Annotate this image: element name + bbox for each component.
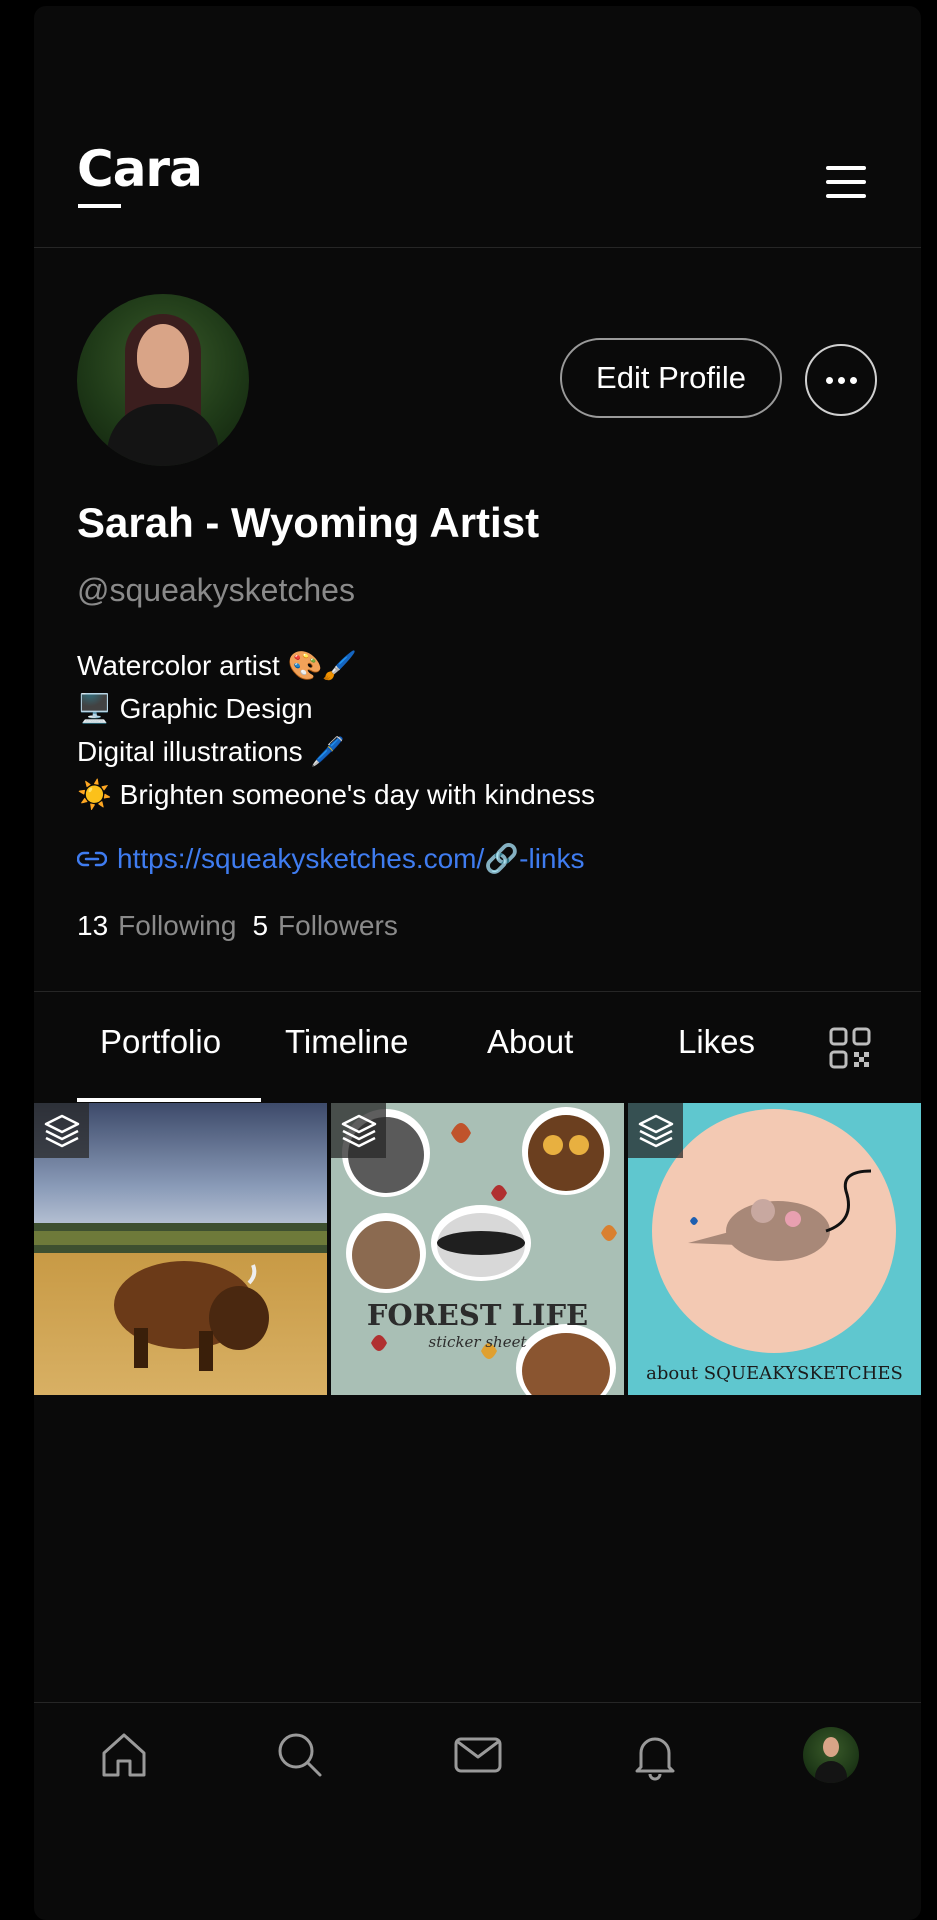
profile-link[interactable]: https://squeakysketches.com/🔗-links xyxy=(77,842,584,875)
active-tab-indicator xyxy=(77,1098,261,1102)
bottom-nav xyxy=(34,1702,921,1920)
profile-name: Sarah - Wyoming Artist xyxy=(77,499,540,546)
profile-link-text[interactable]: https://squeakysketches.com/🔗-links xyxy=(117,842,584,875)
follow-stats: 13 Following 5 Followers xyxy=(77,910,404,942)
layers-icon xyxy=(331,1103,386,1158)
tab-about[interactable]: About xyxy=(487,1023,573,1061)
layers-icon xyxy=(628,1103,683,1158)
bio-line: 🖥️ Graphic Design xyxy=(77,693,313,724)
portfolio-item-about[interactable]: about SQUEAKYSKETCHES xyxy=(628,1103,921,1395)
bio-line: ☀️ Brighten someone's day with kindness xyxy=(77,779,596,810)
mail-icon[interactable] xyxy=(452,1729,504,1781)
followers-label[interactable]: Followers xyxy=(278,910,398,942)
following-count[interactable]: 13 xyxy=(77,910,108,942)
layers-icon xyxy=(34,1103,89,1158)
dot xyxy=(825,376,833,384)
profile-handle: @squeakysketches xyxy=(77,572,355,608)
nav-profile-avatar[interactable] xyxy=(803,1727,859,1783)
following-label[interactable]: Following xyxy=(118,910,236,942)
profile-avatar[interactable] xyxy=(77,294,249,466)
hamburger-menu-icon[interactable] xyxy=(824,166,868,200)
followers-count[interactable]: 5 xyxy=(252,910,268,942)
bio-line: Digital illustrations 🖊️ xyxy=(77,736,346,767)
cara-logo[interactable]: Cara xyxy=(77,144,203,194)
forest-life-subtitle: sticker sheet xyxy=(428,1333,527,1351)
link-icon xyxy=(77,851,107,866)
forest-life-title: FOREST LIFE xyxy=(366,1298,589,1332)
tab-portfolio[interactable]: Portfolio xyxy=(100,1023,221,1061)
profile-bio: Watercolor artist 🎨🖌️ 🖥️ Graphic Design … xyxy=(77,644,595,816)
edit-profile-button[interactable]: Edit Profile xyxy=(560,338,782,418)
bio-line: Watercolor artist 🎨🖌️ xyxy=(77,650,358,681)
tab-likes[interactable]: Likes xyxy=(678,1023,755,1061)
more-options-button[interactable] xyxy=(805,344,877,416)
search-icon[interactable] xyxy=(274,1729,326,1781)
bell-icon[interactable] xyxy=(629,1729,681,1781)
logo-underline xyxy=(78,204,121,208)
tab-timeline[interactable]: Timeline xyxy=(285,1023,408,1061)
app-window: Cara Edit Profile Sarah - Wyoming Artist… xyxy=(34,6,921,1920)
header: Cara xyxy=(34,6,921,248)
portfolio-item-forest-life[interactable]: FOREST LIFE sticker sheet xyxy=(331,1103,624,1395)
portfolio-item-bison[interactable] xyxy=(34,1103,327,1395)
home-icon[interactable] xyxy=(98,1729,150,1781)
divider xyxy=(34,991,921,992)
about-caption: about SQUEAKYSKETCHES xyxy=(646,1363,903,1384)
qr-code-icon[interactable] xyxy=(828,1026,872,1070)
